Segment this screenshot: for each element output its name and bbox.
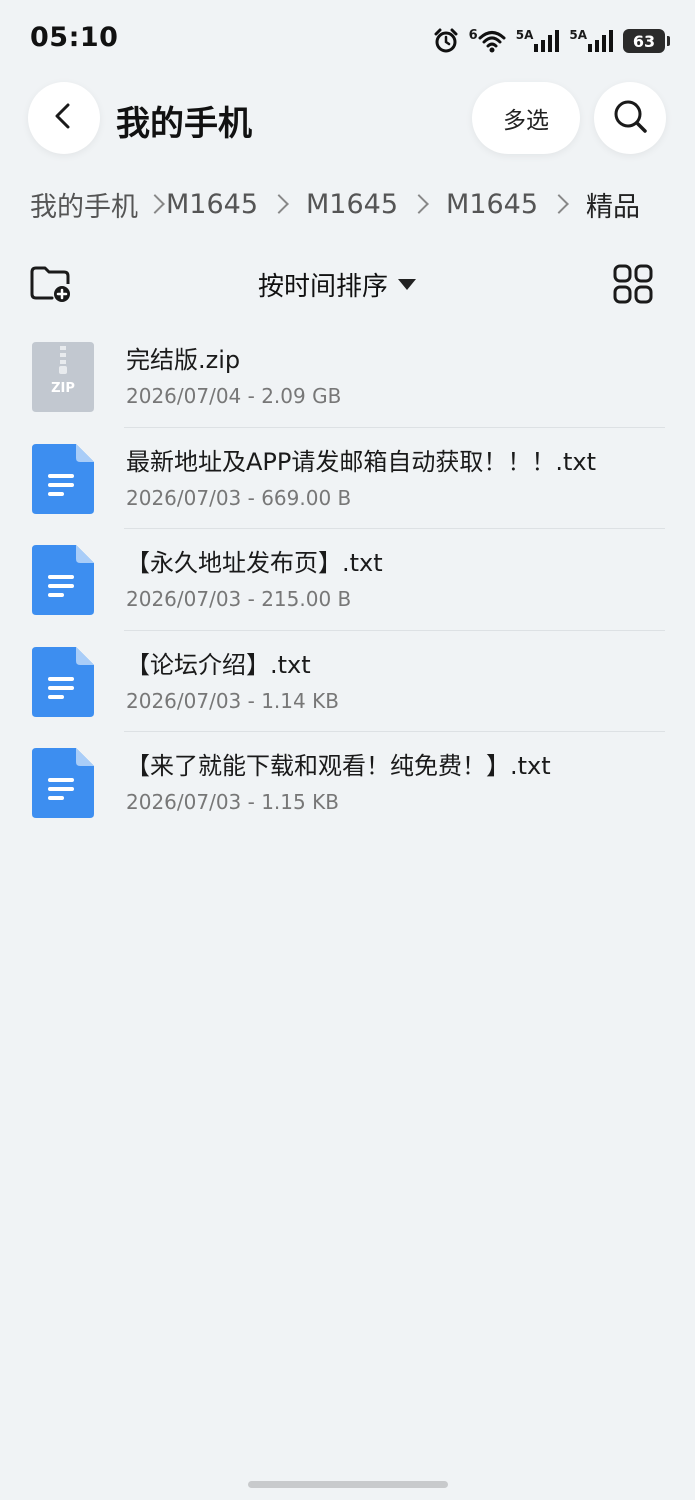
chevron-right-icon	[145, 194, 165, 214]
multi-select-button[interactable]: 多选	[472, 82, 580, 154]
status-time: 05:10	[30, 22, 119, 53]
sim1-label: 5A	[515, 28, 534, 42]
breadcrumb-item[interactable]: M1645	[306, 189, 398, 220]
chevron-right-icon	[269, 194, 289, 214]
grid-view-icon	[613, 264, 653, 308]
breadcrumb: 我的手机 M1645 M1645 M1645 精品	[30, 184, 640, 224]
text-file-icon	[32, 443, 94, 514]
new-folder-icon	[28, 266, 74, 310]
text-file-icon	[32, 748, 94, 818]
file-row[interactable]: 最新地址及APP请发邮箱自动获取！！！.txt 2026/07/03 - 669…	[0, 428, 695, 529]
wifi-label: 6	[468, 28, 478, 43]
status-bar: 05:10 6 5A 5A 63	[0, 0, 695, 80]
text-file-icon	[32, 545, 94, 615]
file-meta: 2026/07/03 - 215.00 B	[126, 587, 352, 611]
zip-badge: ZIP	[51, 381, 75, 396]
chevron-right-icon	[409, 194, 429, 214]
sort-label: 按时间排序	[258, 271, 389, 302]
grid-view-button[interactable]	[613, 264, 653, 304]
home-indicator[interactable]	[248, 1481, 448, 1488]
file-name: 最新地址及APP请发邮箱自动获取！！！.txt	[126, 447, 597, 476]
battery-icon: 63	[623, 29, 670, 53]
file-name: 【论坛介绍】.txt	[126, 650, 311, 679]
file-meta: 2026/07/03 - 1.15 KB	[126, 790, 339, 814]
file-meta: 2026/07/03 - 669.00 B	[126, 485, 352, 510]
file-name: 完结版.zip	[126, 346, 241, 374]
breadcrumb-item[interactable]: M1645	[446, 189, 538, 220]
file-row[interactable]: ZIP 完结版.zip 2026/07/04 - 2.09 GB	[0, 326, 695, 428]
page-title: 我的手机	[116, 104, 252, 144]
breadcrumb-item-root[interactable]: 我的手机	[30, 185, 138, 224]
breadcrumb-item-current[interactable]: 精品	[586, 185, 640, 224]
file-row[interactable]: 【论坛介绍】.txt 2026/07/03 - 1.14 KB	[0, 631, 695, 732]
sim2-label: 5A	[569, 28, 587, 42]
alarm-icon	[433, 28, 459, 54]
chevron-left-icon	[49, 101, 79, 135]
breadcrumb-item[interactable]: M1645	[166, 189, 258, 220]
file-name: 【永久地址发布页】.txt	[126, 549, 383, 577]
new-folder-button[interactable]	[28, 262, 74, 306]
file-row[interactable]: 【来了就能下载和观看！纯免费！】.txt 2026/07/03 - 1.15 K…	[0, 732, 695, 834]
file-meta: 2026/07/03 - 1.14 KB	[126, 688, 339, 713]
zip-file-icon: ZIP	[32, 342, 94, 412]
wifi-icon: 6	[469, 29, 506, 53]
signal-icon: 5A	[516, 29, 560, 53]
sort-dropdown[interactable]: 按时间排序	[258, 264, 417, 304]
status-icons: 6 5A 5A 63	[433, 26, 670, 56]
file-list: ZIP 完结版.zip 2026/07/04 - 2.09 GB 最新地址及AP…	[0, 326, 695, 834]
back-button[interactable]	[28, 82, 100, 154]
search-icon	[611, 97, 649, 139]
file-row[interactable]: 【永久地址发布页】.txt 2026/07/03 - 215.00 B	[0, 529, 695, 631]
file-meta: 2026/07/04 - 2.09 GB	[126, 384, 342, 408]
chevron-right-icon	[549, 194, 569, 214]
caret-down-icon	[398, 278, 417, 290]
search-button[interactable]	[594, 82, 666, 154]
file-name: 【来了就能下载和观看！纯免费！】.txt	[126, 752, 551, 780]
text-file-icon	[32, 646, 94, 717]
signal-icon: 5A	[569, 29, 613, 53]
